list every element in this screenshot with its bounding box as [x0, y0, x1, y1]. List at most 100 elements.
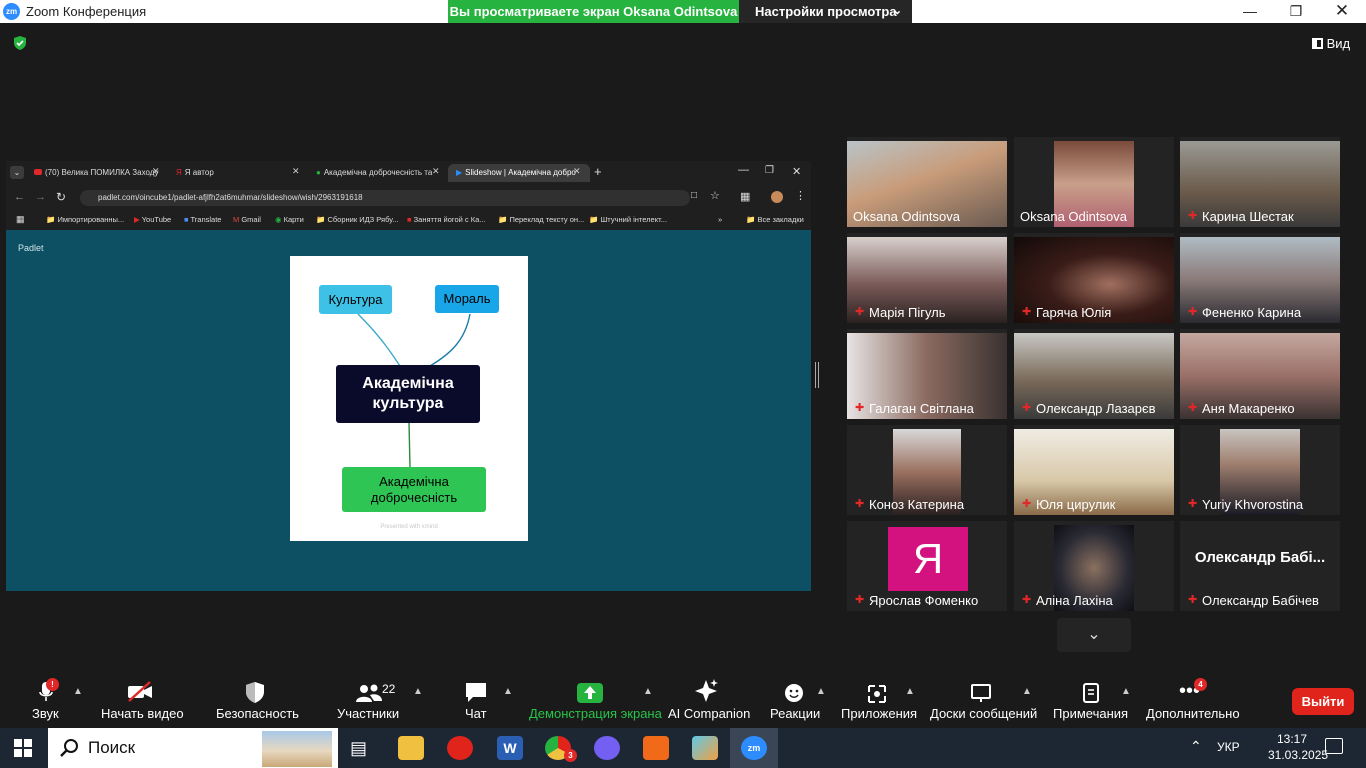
install-app-icon[interactable]: □: [691, 190, 697, 201]
browser-close-icon[interactable]: ✕: [792, 165, 801, 178]
more-button-label[interactable]: Дополнительно: [1146, 706, 1240, 721]
bookmark-label: Translate: [190, 215, 222, 224]
splitter-handle[interactable]: [815, 362, 819, 388]
view-settings-button[interactable]: Настройки просмотра ⌄: [739, 0, 912, 23]
bookmarks-overflow-icon[interactable]: »: [718, 215, 722, 224]
bookmark-translate[interactable]: ■ Translate: [184, 215, 221, 224]
opera-icon[interactable]: [447, 736, 473, 760]
participant-tile[interactable]: ✚ Галаган Світлана: [847, 329, 1007, 419]
browser-tab[interactable]: (70) Велика ПОМИЛКА Заходу: [26, 164, 164, 182]
audio-options-caret[interactable]: ▲: [73, 686, 83, 697]
apps-button-label[interactable]: Приложения: [841, 706, 917, 721]
notes-options-caret[interactable]: ▲: [1121, 686, 1131, 697]
browser-tab-active[interactable]: ▶ Slideshow | Академічна добро: [448, 164, 590, 182]
chat-options-caret[interactable]: ▲: [503, 686, 513, 697]
tab-search-icon[interactable]: ⌄: [10, 166, 24, 179]
bookmark-star-icon[interactable]: ☆: [710, 189, 720, 202]
participant-tile[interactable]: ✚ Олександр Лазарєв: [1014, 329, 1174, 419]
participant-tile[interactable]: ✚ Yuriy Khvorostina: [1180, 425, 1340, 515]
apps-options-caret[interactable]: ▲: [905, 686, 915, 697]
start-video-button-label[interactable]: Начать видео: [101, 706, 184, 721]
share-screen-icon[interactable]: [577, 683, 603, 703]
participant-tile[interactable]: ✚ Марія Пігуль: [847, 233, 1007, 323]
chevron-down-icon: ⌄: [1087, 626, 1101, 643]
minimize-button[interactable]: —: [1227, 0, 1273, 23]
browser-tab[interactable]: ● Академічна доброчесність та: [308, 164, 448, 182]
ai-companion-button-label[interactable]: AI Companion: [668, 706, 750, 721]
view-button[interactable]: Вид: [1312, 36, 1350, 51]
word-icon[interactable]: W: [497, 736, 523, 760]
restore-button[interactable]: ❐: [1273, 0, 1319, 23]
notes-button-label[interactable]: Примечания: [1053, 706, 1128, 721]
notifications-icon[interactable]: [1325, 738, 1343, 754]
participants-options-caret[interactable]: ▲: [413, 686, 423, 697]
chat-button-label[interactable]: Чат: [465, 706, 487, 721]
back-arrow-icon[interactable]: ←: [14, 191, 25, 203]
windows-start-icon[interactable]: [14, 739, 32, 762]
apps-grid-icon[interactable]: ▦: [16, 214, 25, 225]
bookmark-item[interactable]: 📁 Сборник ИДЗ Рябу...: [316, 215, 398, 224]
participant-name: Oksana Odintsova: [853, 209, 960, 224]
chat-bubble-icon[interactable]: [464, 681, 488, 709]
close-tab-icon[interactable]: ✕: [152, 166, 160, 177]
whiteboards-button-label[interactable]: Доски сообщений: [930, 706, 1037, 721]
leave-meeting-button[interactable]: Выйти: [1292, 688, 1354, 715]
bookmark-item[interactable]: 📁 Переклад тексту он...: [498, 215, 584, 224]
participant-tile[interactable]: Олександр Бабі... ✚ Олександр Бабічев: [1180, 521, 1340, 611]
close-button[interactable]: ✕: [1319, 0, 1365, 23]
share-screen-button-label[interactable]: Демонстрация экрана: [529, 706, 662, 721]
bookmark-maps[interactable]: ◉ Карти: [275, 215, 304, 224]
mindmap-node-moral: Мораль: [435, 285, 499, 313]
clock[interactable]: 13:17 31.03.2025: [1268, 731, 1328, 763]
new-tab-icon[interactable]: +: [594, 164, 602, 179]
participant-tile[interactable]: ✚ Аліна Лахіна: [1014, 521, 1174, 611]
bookmark-gmail[interactable]: M Gmail: [233, 215, 261, 224]
forward-arrow-icon[interactable]: →: [35, 191, 46, 203]
browser-minimize-icon[interactable]: —: [738, 164, 749, 176]
tray-chevron-up-icon[interactable]: ⌃: [1190, 738, 1202, 755]
gallery-next-page-button[interactable]: ⌄: [1057, 618, 1131, 652]
participant-tile[interactable]: ✚ Фененко Карина: [1180, 233, 1340, 323]
reactions-button-label[interactable]: Реакции: [770, 706, 820, 721]
participant-name: Oksana Odintsova: [1020, 209, 1127, 224]
paint-icon[interactable]: [692, 736, 718, 760]
participant-tile[interactable]: ✚ Юля цирулик: [1014, 425, 1174, 515]
security-button-label[interactable]: Безопасность: [216, 706, 299, 721]
encryption-shield-icon[interactable]: [12, 35, 28, 51]
profile-avatar-icon[interactable]: [771, 191, 783, 203]
whiteboards-options-caret[interactable]: ▲: [1022, 686, 1032, 697]
participant-tile[interactable]: Я ✚ Ярослав Фоменко: [847, 521, 1007, 611]
browser-tab[interactable]: ЯЯ автор: [168, 164, 306, 182]
input-language[interactable]: УКР: [1217, 740, 1240, 754]
participant-tile[interactable]: ✚ Аня Макаренко: [1180, 329, 1340, 419]
close-tab-icon[interactable]: ✕: [432, 166, 440, 177]
file-explorer-icon[interactable]: [398, 736, 424, 760]
viber-icon[interactable]: [594, 736, 620, 760]
participants-button-label[interactable]: Участники: [337, 706, 399, 721]
integrity-line-1: Академічна: [379, 474, 449, 489]
reload-icon[interactable]: ↻: [56, 190, 66, 204]
task-view-icon[interactable]: ▤: [350, 738, 367, 759]
tab-label: Я автор: [184, 168, 214, 177]
close-tab-icon[interactable]: ✕: [573, 166, 581, 177]
all-bookmarks[interactable]: 📁 Все закладки: [746, 215, 804, 224]
video-off-icon[interactable]: [126, 681, 154, 709]
app-icon[interactable]: [643, 736, 669, 760]
participant-tile[interactable]: ✚ Гаряча Юлія: [1014, 233, 1174, 323]
bookmark-folder[interactable]: 📁 Импортированны...: [46, 215, 124, 224]
browser-restore-icon[interactable]: ❐: [765, 165, 774, 176]
bookmark-item[interactable]: ■ Заняття йогой с Ка...: [407, 215, 486, 224]
close-tab-icon[interactable]: ✕: [292, 166, 300, 177]
reactions-options-caret[interactable]: ▲: [816, 686, 826, 697]
extensions-icon[interactable]: ▦: [740, 190, 750, 203]
participant-tile[interactable]: ✚ Коноз Катерина: [847, 425, 1007, 515]
bookmark-item[interactable]: 📁 Штучний інтелект...: [589, 215, 667, 224]
address-bar[interactable]: padlet.com/oincube1/padlet-afjlfh2at6muh…: [80, 190, 690, 206]
menu-dots-icon[interactable]: ⋮: [795, 189, 806, 202]
bookmark-youtube[interactable]: ▶ YouTube: [134, 215, 171, 224]
participant-tile[interactable]: Oksana Odintsova: [847, 137, 1007, 227]
participant-tile[interactable]: ✚ Карина Шестак: [1180, 137, 1340, 227]
participant-tile[interactable]: Oksana Odintsova: [1014, 137, 1174, 227]
audio-button-label[interactable]: Звук: [32, 706, 59, 721]
share-options-caret[interactable]: ▲: [643, 686, 653, 697]
